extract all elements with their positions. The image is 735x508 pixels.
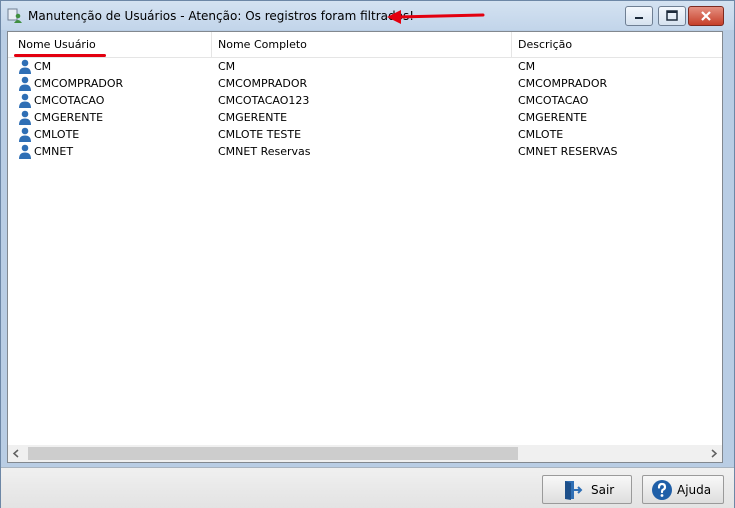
cell-descricao: CMCOMPRADOR [518, 77, 608, 90]
cell-nome-usuario: CMCOMPRADOR [34, 77, 124, 90]
maximize-button[interactable] [658, 6, 686, 26]
user-icon [18, 76, 32, 91]
scroll-left-button[interactable] [8, 445, 25, 462]
cell-descricao: CMGERENTE [518, 111, 588, 124]
column-header-nome-completo[interactable]: Nome Completo [212, 32, 512, 57]
cell-nome-usuario: CMLOTE [34, 128, 80, 141]
table-row[interactable]: CMCOTACAO CMCOTACAO123 CMCOTACAO [8, 92, 722, 109]
cell-nome-completo: CMNET Reservas [218, 145, 311, 158]
cell-nome-usuario: CMCOTACAO [34, 94, 105, 107]
table-row[interactable]: CM CM CM [8, 58, 722, 75]
sair-button[interactable]: Sair [542, 475, 632, 504]
cell-descricao: CMNET RESERVAS [518, 145, 618, 158]
cell-descricao: CMCOTACAO [518, 94, 589, 107]
sair-label: Sair [591, 483, 615, 497]
cell-nome-completo: CMCOTACAO123 [218, 94, 310, 107]
main-window: Manutenção de Usuários - Atenção: Os reg… [0, 0, 735, 508]
table-row[interactable]: CMGERENTE CMGERENTE CMGERENTE [8, 109, 722, 126]
close-button[interactable] [688, 6, 724, 26]
horizontal-scrollbar[interactable] [8, 445, 722, 462]
column-header-label: Nome Usuário [18, 38, 96, 51]
help-question-icon [651, 479, 673, 501]
user-icon [18, 59, 32, 74]
cell-nome-completo: CM [218, 60, 236, 73]
ajuda-button[interactable]: Ajuda [642, 475, 724, 504]
cell-nome-completo: CMGERENTE [218, 111, 288, 124]
button-bar: Sair Ajuda [1, 467, 734, 508]
column-header-label: Nome Completo [218, 38, 307, 51]
list-header: Nome Usuário Nome Completo Descrição [8, 32, 722, 58]
cell-nome-completo: CMCOMPRADOR [218, 77, 308, 90]
users-app-icon[interactable] [7, 8, 23, 24]
scroll-right-button[interactable] [705, 445, 722, 462]
user-icon [18, 93, 32, 108]
users-list[interactable]: Nome Usuário Nome Completo Descrição CM C… [7, 31, 723, 463]
cell-nome-usuario: CMNET [34, 145, 74, 158]
cell-nome-usuario: CMGERENTE [34, 111, 104, 124]
user-icon [18, 144, 32, 159]
cell-descricao: CMLOTE [518, 128, 564, 141]
title-bar[interactable]: Manutenção de Usuários - Atenção: Os reg… [1, 1, 734, 30]
window-title: Manutenção de Usuários - Atenção: Os reg… [28, 9, 415, 23]
exit-door-icon [561, 479, 583, 501]
minimize-button[interactable] [625, 6, 653, 26]
ajuda-label: Ajuda [677, 483, 712, 497]
cell-nome-usuario: CM [34, 60, 52, 73]
cell-nome-completo: CMLOTE TESTE [218, 128, 302, 141]
cell-descricao: CM [518, 60, 536, 73]
user-icon [18, 110, 32, 125]
table-row[interactable]: CMNET CMNET Reservas CMNET RESERVAS [8, 143, 722, 160]
table-row[interactable]: CMLOTE CMLOTE TESTE CMLOTE [8, 126, 722, 143]
table-row[interactable]: CMCOMPRADOR CMCOMPRADOR CMCOMPRADOR [8, 75, 722, 92]
user-icon [18, 127, 32, 142]
column-header-label: Descrição [518, 38, 573, 51]
scrollbar-thumb[interactable] [28, 447, 518, 460]
annotation-arrow [387, 10, 485, 24]
column-header-descricao[interactable]: Descrição [512, 32, 722, 57]
annotation-underline [14, 54, 106, 57]
